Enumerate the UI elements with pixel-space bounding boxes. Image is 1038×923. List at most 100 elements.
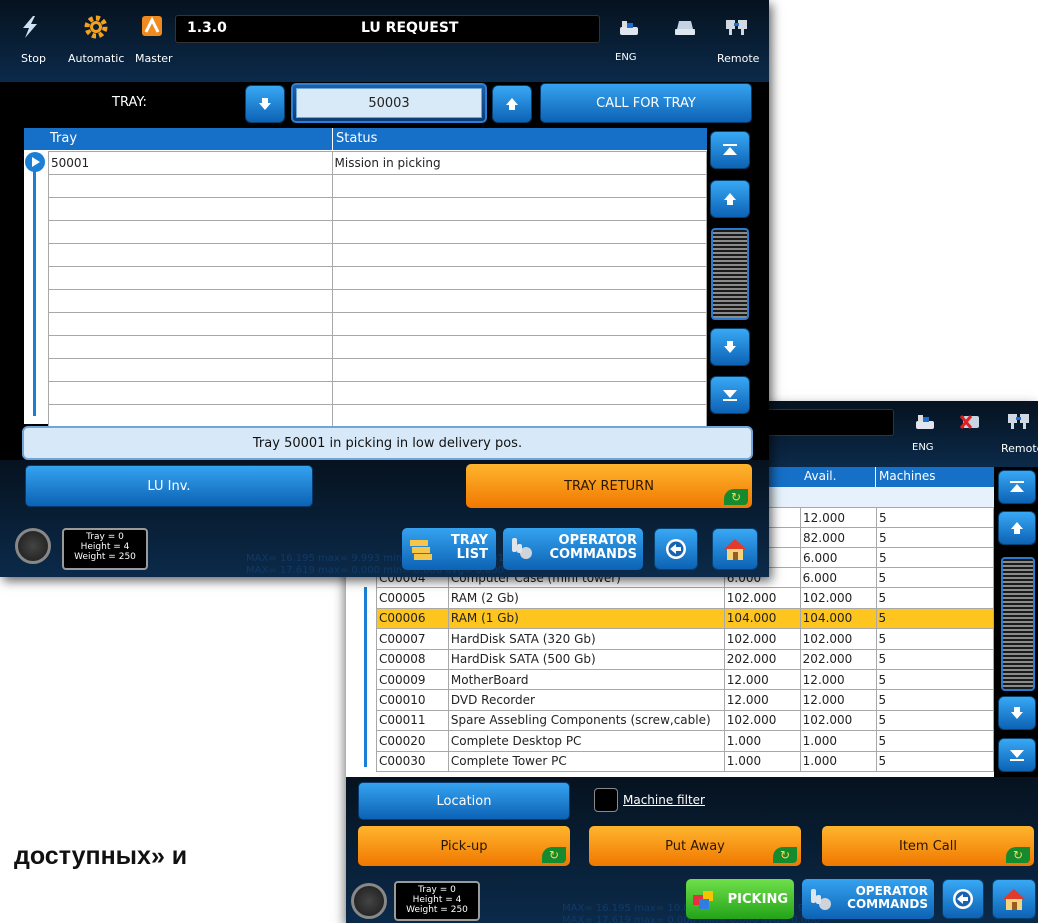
location-button[interactable]: Location <box>358 782 570 820</box>
table-row[interactable] <box>48 358 708 382</box>
tray-stack-icon <box>410 540 432 560</box>
language-icon[interactable] <box>617 16 641 40</box>
operator-commands-button[interactable]: OPERATOR COMMANDS <box>503 528 643 570</box>
operator-commands-button[interactable]: OPERATOR COMMANDS <box>802 879 934 919</box>
machine-filter-label[interactable]: Machine filter <box>623 793 705 807</box>
remote-label: Remote <box>1001 442 1038 455</box>
home-icon <box>724 539 746 560</box>
table-row[interactable]: C00020 Complete Desktop PC 1.000 1.000 5 <box>376 730 995 752</box>
table-row[interactable] <box>48 220 708 244</box>
gear-icon[interactable] <box>83 14 109 40</box>
table-cell <box>48 220 333 244</box>
tray-table: 50001 Mission in picking <box>48 151 708 428</box>
table-cell: 102.000 <box>799 628 877 650</box>
pickup-button[interactable]: Pick-up ↻ <box>358 826 570 866</box>
status-light-icon[interactable] <box>351 883 387 919</box>
scroll-up-button[interactable] <box>710 180 750 218</box>
table-row[interactable]: C00007 HardDisk SATA (320 Gb) 102.000 102.0… <box>376 628 995 650</box>
table-row[interactable]: C00010 DVD Recorder 12.000 12.000 5 <box>376 689 995 711</box>
home-button[interactable] <box>712 528 758 570</box>
confirm-arrow-icon: ↻ <box>724 489 748 505</box>
table-cell: 12.000 <box>799 668 877 691</box>
table-cell <box>48 335 333 359</box>
item-call-button[interactable]: Item Call ↻ <box>822 826 1034 866</box>
scroll-top-button[interactable] <box>710 131 750 169</box>
scroll-down-button[interactable] <box>998 696 1036 730</box>
table-cell: 102.000 <box>723 587 801 609</box>
home-icon <box>1003 889 1025 910</box>
printer-icon[interactable] <box>673 16 697 40</box>
scrollbar-thumb[interactable] <box>711 228 749 320</box>
back-button[interactable] <box>654 528 698 570</box>
table-row[interactable] <box>48 381 708 405</box>
tray-up-button[interactable] <box>492 85 532 123</box>
table-cell: 5 <box>876 547 994 568</box>
scroll-bottom-button[interactable] <box>710 376 750 414</box>
table-row[interactable] <box>48 197 708 221</box>
header-divider <box>875 467 876 487</box>
disconnect-icon[interactable] <box>958 411 982 433</box>
column-header-status: Status <box>336 131 378 146</box>
tray-input[interactable]: 50003 <box>291 83 487 123</box>
table-cell: 104.000 <box>723 607 801 630</box>
table-cell: 5 <box>875 607 995 630</box>
table-cell: 12.000 <box>723 668 801 691</box>
scroll-down-button[interactable] <box>710 328 750 366</box>
stop-label: Stop <box>21 52 47 65</box>
table-cell: HardDisk SATA (320 Gb) <box>447 628 725 650</box>
table-cell <box>48 174 333 198</box>
picking-button[interactable]: PICKING <box>686 879 794 919</box>
row-marker-line <box>364 587 367 767</box>
table-cell: C00009 <box>376 668 449 691</box>
table-row[interactable]: C00009 MotherBoard 12.000 12.000 5 <box>376 668 995 691</box>
lu-inv-button[interactable]: LU Inv. <box>25 465 313 507</box>
tray-down-button[interactable] <box>245 85 285 123</box>
table-cell: 5 <box>875 709 995 732</box>
table-row[interactable] <box>48 243 708 267</box>
back-button[interactable] <box>942 879 984 919</box>
table-cell: 12.000 <box>723 689 801 711</box>
hand-gear-icon <box>811 889 831 910</box>
item-call-label: Item Call <box>899 838 957 854</box>
table-cell: Mission in picking <box>331 151 708 175</box>
put-away-button[interactable]: Put Away ↻ <box>589 826 801 866</box>
status-light-icon[interactable] <box>15 528 51 564</box>
confirm-arrow-icon: ↻ <box>542 847 566 863</box>
remote-icon[interactable] <box>723 14 753 40</box>
table-cell <box>48 312 333 336</box>
table-row[interactable] <box>48 312 708 336</box>
stop-icon[interactable] <box>18 14 42 40</box>
table-row[interactable] <box>48 335 708 359</box>
language-label: ENG <box>615 52 637 63</box>
remote-label: Remote <box>717 52 760 65</box>
scroll-top-button[interactable] <box>998 470 1036 504</box>
tray-list-button[interactable]: TRAY LIST <box>402 528 496 570</box>
table-row[interactable] <box>48 289 708 313</box>
scroll-bottom-button[interactable] <box>998 738 1036 772</box>
table-row[interactable]: C00006 RAM (1 Gb) 104.000 104.000 5 <box>376 607 995 630</box>
remote-icon[interactable] <box>1006 409 1034 433</box>
table-row[interactable] <box>48 404 708 428</box>
tray-return-button[interactable]: TRAY RETURN ↻ <box>466 464 752 508</box>
table-row[interactable]: C00030 Complete Tower PC 1.000 1.000 5 <box>376 750 995 772</box>
table-cell: DVD Recorder <box>447 689 725 711</box>
table-row[interactable]: C00005 RAM (2 Gb) 102.000 102.000 5 <box>376 587 995 609</box>
weight-value: Weight = 250 <box>74 552 136 562</box>
call-for-tray-button[interactable]: CALL FOR TRAY <box>540 83 752 123</box>
table-cell: Complete Desktop PC <box>447 730 725 752</box>
table-cell: 5 <box>875 628 995 650</box>
table-row[interactable]: C00008 HardDisk SATA (500 Gb) 202.000 202.0… <box>376 648 995 670</box>
table-row[interactable] <box>48 266 708 290</box>
language-icon[interactable] <box>914 411 936 433</box>
scroll-up-button[interactable] <box>998 511 1036 545</box>
master-icon[interactable] <box>140 14 164 38</box>
table-row[interactable] <box>48 174 708 198</box>
table-row[interactable]: 50001 Mission in picking <box>48 151 708 175</box>
table-cell: 1.000 <box>799 750 877 772</box>
table-cell: 1.000 <box>799 730 877 752</box>
machine-filter-checkbox[interactable] <box>594 788 618 812</box>
home-button[interactable] <box>992 879 1036 919</box>
scrollbar-thumb[interactable] <box>1001 557 1035 691</box>
table-cell <box>331 358 708 382</box>
table-row[interactable]: C00011 Spare Assebling Components (screw,… <box>376 709 995 732</box>
